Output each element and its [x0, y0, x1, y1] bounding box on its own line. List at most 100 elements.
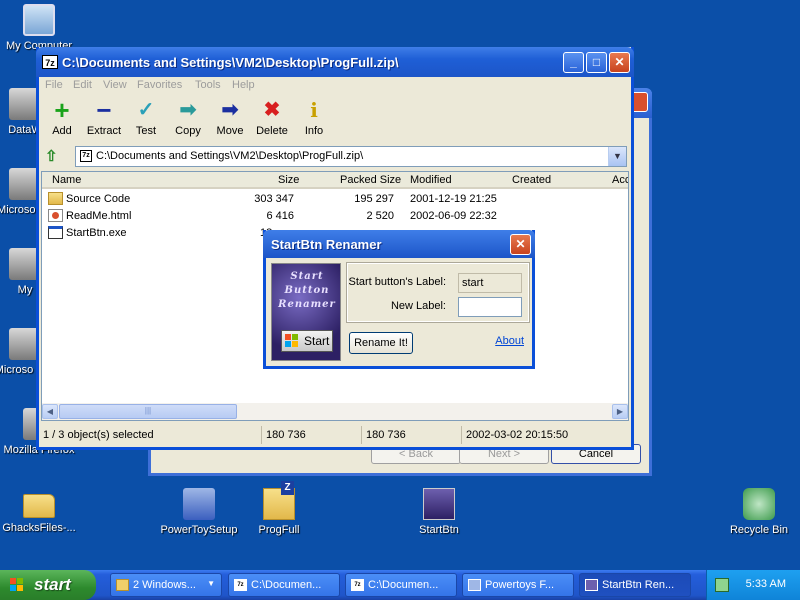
column-modified[interactable]: Modified	[410, 174, 452, 186]
new-label-caption: New Label:	[390, 300, 446, 312]
info-button[interactable]: i Info	[293, 99, 335, 137]
add-label: Add	[52, 125, 72, 137]
about-link[interactable]: About	[495, 335, 524, 347]
sevenzip-app-icon: 7z	[80, 150, 92, 162]
file-packed-size: 195 297	[354, 193, 394, 205]
taskbar-item-powertoys[interactable]: Powertoys F...	[462, 573, 574, 597]
scroll-left-icon[interactable]: ◀	[42, 404, 58, 419]
chevron-down-icon[interactable]: ▼	[608, 147, 626, 166]
clock: 5:33 AM	[745, 578, 786, 590]
startbtn-app-icon	[585, 579, 598, 591]
label-group: Start button's Label: start New Label:	[346, 262, 530, 323]
taskbar-item-label: C:\Documen...	[368, 579, 439, 591]
menu-tools[interactable]: Tools	[195, 79, 221, 91]
status-modified: 2002-03-02 20:15:50	[461, 426, 631, 444]
menu-edit[interactable]: Edit	[73, 79, 92, 91]
system-tray: 5:33 AM	[706, 570, 800, 600]
start-button[interactable]: start	[0, 570, 96, 600]
file-modified: 2002-06-09 22:32	[410, 210, 497, 222]
scroll-right-icon[interactable]: ▶	[612, 404, 628, 419]
chevron-down-icon: ▼	[207, 579, 215, 588]
desktop-icon-label: Recycle Bin	[729, 524, 789, 536]
windows-flag-icon	[285, 334, 299, 348]
copy-arrow-icon: ➡	[179, 99, 197, 121]
column-packed-size[interactable]: Packed Size	[340, 174, 401, 186]
taskbar-item-startbtn-renamer[interactable]: StartBtn Ren...	[579, 573, 691, 597]
desktop-icon-label: ProgFull	[258, 524, 300, 536]
desktop-icon-recycle-bin[interactable]: Recycle Bin	[714, 488, 800, 536]
close-icon[interactable]: ✕	[510, 234, 531, 255]
taskbar-item-windows[interactable]: 2 Windows... ▼	[110, 573, 222, 597]
dialog-titlebar[interactable]: StartBtn Renamer ✕	[263, 230, 535, 258]
new-label-input[interactable]	[458, 297, 522, 317]
maximize-icon[interactable]: □	[586, 52, 607, 73]
startbtn-app-icon	[423, 488, 455, 520]
extract-button[interactable]: − Extract	[83, 95, 125, 137]
menu-file[interactable]: File	[45, 79, 63, 91]
file-name: ReadMe.html	[66, 210, 132, 222]
start-label: start	[34, 575, 71, 594]
folder-icon	[23, 494, 55, 518]
menu-favorites[interactable]: Favorites	[137, 79, 182, 91]
status-selected: 1 / 3 object(s) selected	[43, 429, 154, 441]
sevenzip-app-icon: 7z	[234, 579, 247, 591]
desktop-icon-startbtn[interactable]: StartBtn	[394, 488, 484, 536]
taskbar: start 2 Windows... ▼ 7z C:\Documen... 7z…	[0, 570, 800, 600]
address-text: C:\Documents and Settings\VM2\Desktop\Pr…	[96, 150, 364, 162]
menu-help[interactable]: Help	[232, 79, 255, 91]
delete-button[interactable]: ✖ Delete	[251, 99, 293, 137]
file-packed-size: 2 520	[366, 210, 394, 222]
window-titlebar[interactable]: 7z C:\Documents and Settings\VM2\Desktop…	[36, 47, 634, 77]
plus-icon: +	[54, 95, 70, 125]
minus-icon: −	[96, 95, 112, 125]
test-button[interactable]: ✓ Test	[125, 99, 167, 137]
taskbar-item-label: C:\Documen...	[251, 579, 322, 591]
address-bar: ⇧ 7z C:\Documents and Settings\VM2\Deskt…	[39, 145, 631, 169]
column-size[interactable]: Size	[278, 174, 299, 186]
rename-button[interactable]: Rename It!	[349, 332, 413, 354]
toolbar: + Add − Extract ✓ Test ➡ Copy ➡ Move ✖ D…	[39, 95, 631, 143]
column-created[interactable]: Created	[512, 174, 551, 186]
file-row[interactable]: ReadMe.html 6 416 2 520 2002-06-09 22:32	[42, 208, 628, 225]
file-size: 6 416	[266, 210, 294, 222]
address-combobox[interactable]: 7z C:\Documents and Settings\VM2\Desktop…	[75, 146, 627, 167]
logo-text: Start Button Renamer	[278, 271, 336, 310]
desktop-icon-ghacks[interactable]: GhacksFiles-...	[0, 488, 84, 534]
column-accessed[interactable]: Acce	[612, 174, 628, 186]
sevenzip-app-icon: 7z	[42, 55, 58, 69]
taskbar-item-label: 2 Windows...	[133, 579, 196, 591]
info-icon: i	[310, 98, 318, 122]
move-button[interactable]: ➡ Move	[209, 99, 251, 137]
close-icon[interactable]: ✕	[609, 52, 630, 73]
extract-label: Extract	[86, 125, 122, 137]
desktop-icon-powertoysetup[interactable]: PowerToySetup	[154, 488, 244, 536]
scrollbar-thumb[interactable]: |||	[59, 404, 237, 419]
minimize-icon[interactable]: _	[563, 52, 584, 73]
file-list-header: Name Size Packed Size Modified Created A…	[42, 172, 628, 189]
up-folder-icon[interactable]: ⇧	[45, 147, 63, 165]
copy-button[interactable]: ➡ Copy	[167, 99, 209, 137]
delete-label: Delete	[256, 125, 288, 137]
file-name: Source Code	[66, 193, 131, 205]
taskbar-item-label: Powertoys F...	[485, 579, 555, 591]
dialog-title: StartBtn Renamer	[271, 237, 382, 252]
menu-view[interactable]: View	[103, 79, 127, 91]
desktop-icon-my-computer[interactable]: My Computer	[0, 4, 84, 52]
sevenzip-app-icon: 7z	[351, 579, 364, 591]
taskbar-item-7zip-2[interactable]: 7z C:\Documen...	[345, 573, 457, 597]
horizontal-scrollbar[interactable]: ◀ ||| ▶	[42, 403, 628, 420]
folder-icon	[48, 192, 63, 205]
status-packed-size: 180 736	[361, 426, 461, 444]
network-tray-icon[interactable]	[715, 578, 729, 592]
html-file-icon	[48, 209, 63, 222]
desktop-icon-label: StartBtn	[419, 524, 459, 536]
desktop-icon-progfull[interactable]: ProgFull	[234, 481, 324, 536]
file-modified: 2001-12-19 21:25	[410, 193, 497, 205]
column-name[interactable]: Name	[52, 174, 81, 186]
file-row[interactable]: Source Code 303 347 195 297 2001-12-19 2…	[42, 191, 628, 208]
add-button[interactable]: + Add	[41, 95, 83, 137]
taskbar-item-7zip-1[interactable]: 7z C:\Documen...	[228, 573, 340, 597]
windows-flag-icon	[10, 578, 24, 592]
desktop-icon-label: PowerToySetup	[160, 524, 238, 536]
logo-start-label: Start	[304, 334, 330, 348]
